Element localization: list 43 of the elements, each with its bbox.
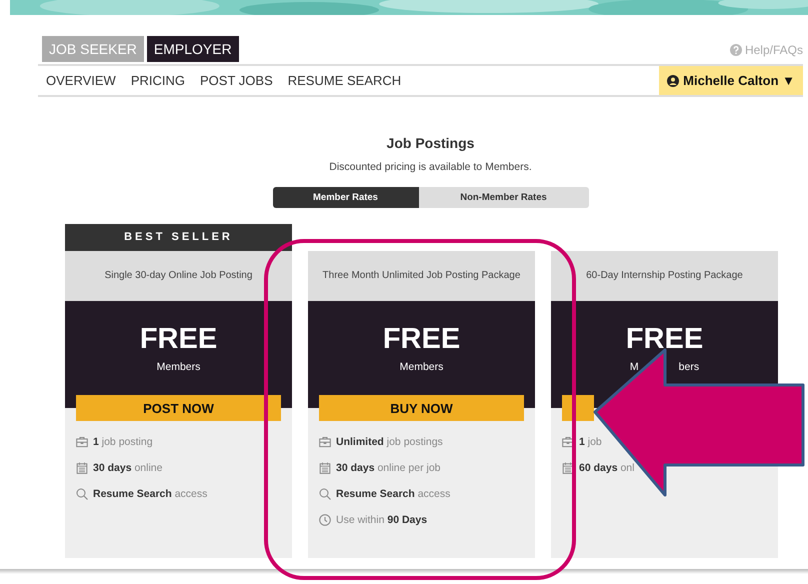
page-heading: Job Postings: [386, 135, 474, 151]
package-title: Single 30-day Online Job Posting: [65, 251, 292, 301]
feature-text: 1 job: [579, 436, 602, 448]
search-icon: [319, 488, 331, 500]
feature-text: Resume Search access: [93, 488, 208, 500]
price: FREE: [382, 323, 460, 356]
user-icon: [667, 74, 680, 86]
rate-toggle-option[interactable]: Non-Member Rates: [418, 187, 588, 208]
price-note: Members: [156, 361, 200, 373]
price: FREE: [626, 323, 704, 356]
calendar-icon: [76, 462, 88, 474]
feature-text: Resume Search access: [336, 488, 450, 500]
nav-link[interactable]: OVERVIEW: [46, 73, 116, 88]
buy-button[interactable]: POST NOW: [76, 395, 281, 421]
nav-link[interactable]: PRICING: [130, 73, 186, 88]
price-note: M: [630, 361, 639, 373]
audience-tab[interactable]: EMPLOYER: [146, 36, 239, 62]
feature-text: 1 job posting: [93, 436, 153, 448]
feature-text: Use within 90 Days: [336, 514, 428, 526]
nav-link[interactable]: POST JOBS: [200, 73, 273, 88]
briefcase-icon: [76, 436, 88, 448]
feature-text: 30 days online: [93, 462, 162, 474]
package-title: 60-Day Internship Posting Package: [551, 251, 778, 301]
briefcase-icon: [319, 436, 331, 448]
feature-text: 60 days onl: [579, 462, 634, 474]
price: FREE: [140, 323, 218, 356]
rate-toggle-option[interactable]: Member Rates: [272, 187, 418, 208]
price-note: Members: [400, 361, 444, 373]
briefcase-icon: [562, 436, 574, 448]
nav-link[interactable]: RESUME SEARCH: [288, 73, 402, 88]
price-note: bers: [678, 361, 700, 373]
calendar-icon: [319, 462, 331, 474]
package-title: Three Month Unlimited Job Posting Package: [308, 251, 535, 301]
calendar-icon: [562, 462, 574, 474]
help-icon: [730, 44, 742, 56]
feature-text: Unlimited job postings: [336, 436, 443, 448]
best-seller-ribbon: BEST SELLER: [65, 224, 292, 251]
search-icon: [76, 488, 88, 500]
buy-button[interactable]: BUY NOW: [319, 395, 524, 421]
page-subheading: Discounted pricing is available to Members.: [329, 161, 532, 173]
feature-text: 30 days online per job: [336, 462, 440, 474]
clock-icon: [319, 514, 331, 526]
user-menu[interactable]: Michelle Calton ▼: [659, 66, 803, 95]
